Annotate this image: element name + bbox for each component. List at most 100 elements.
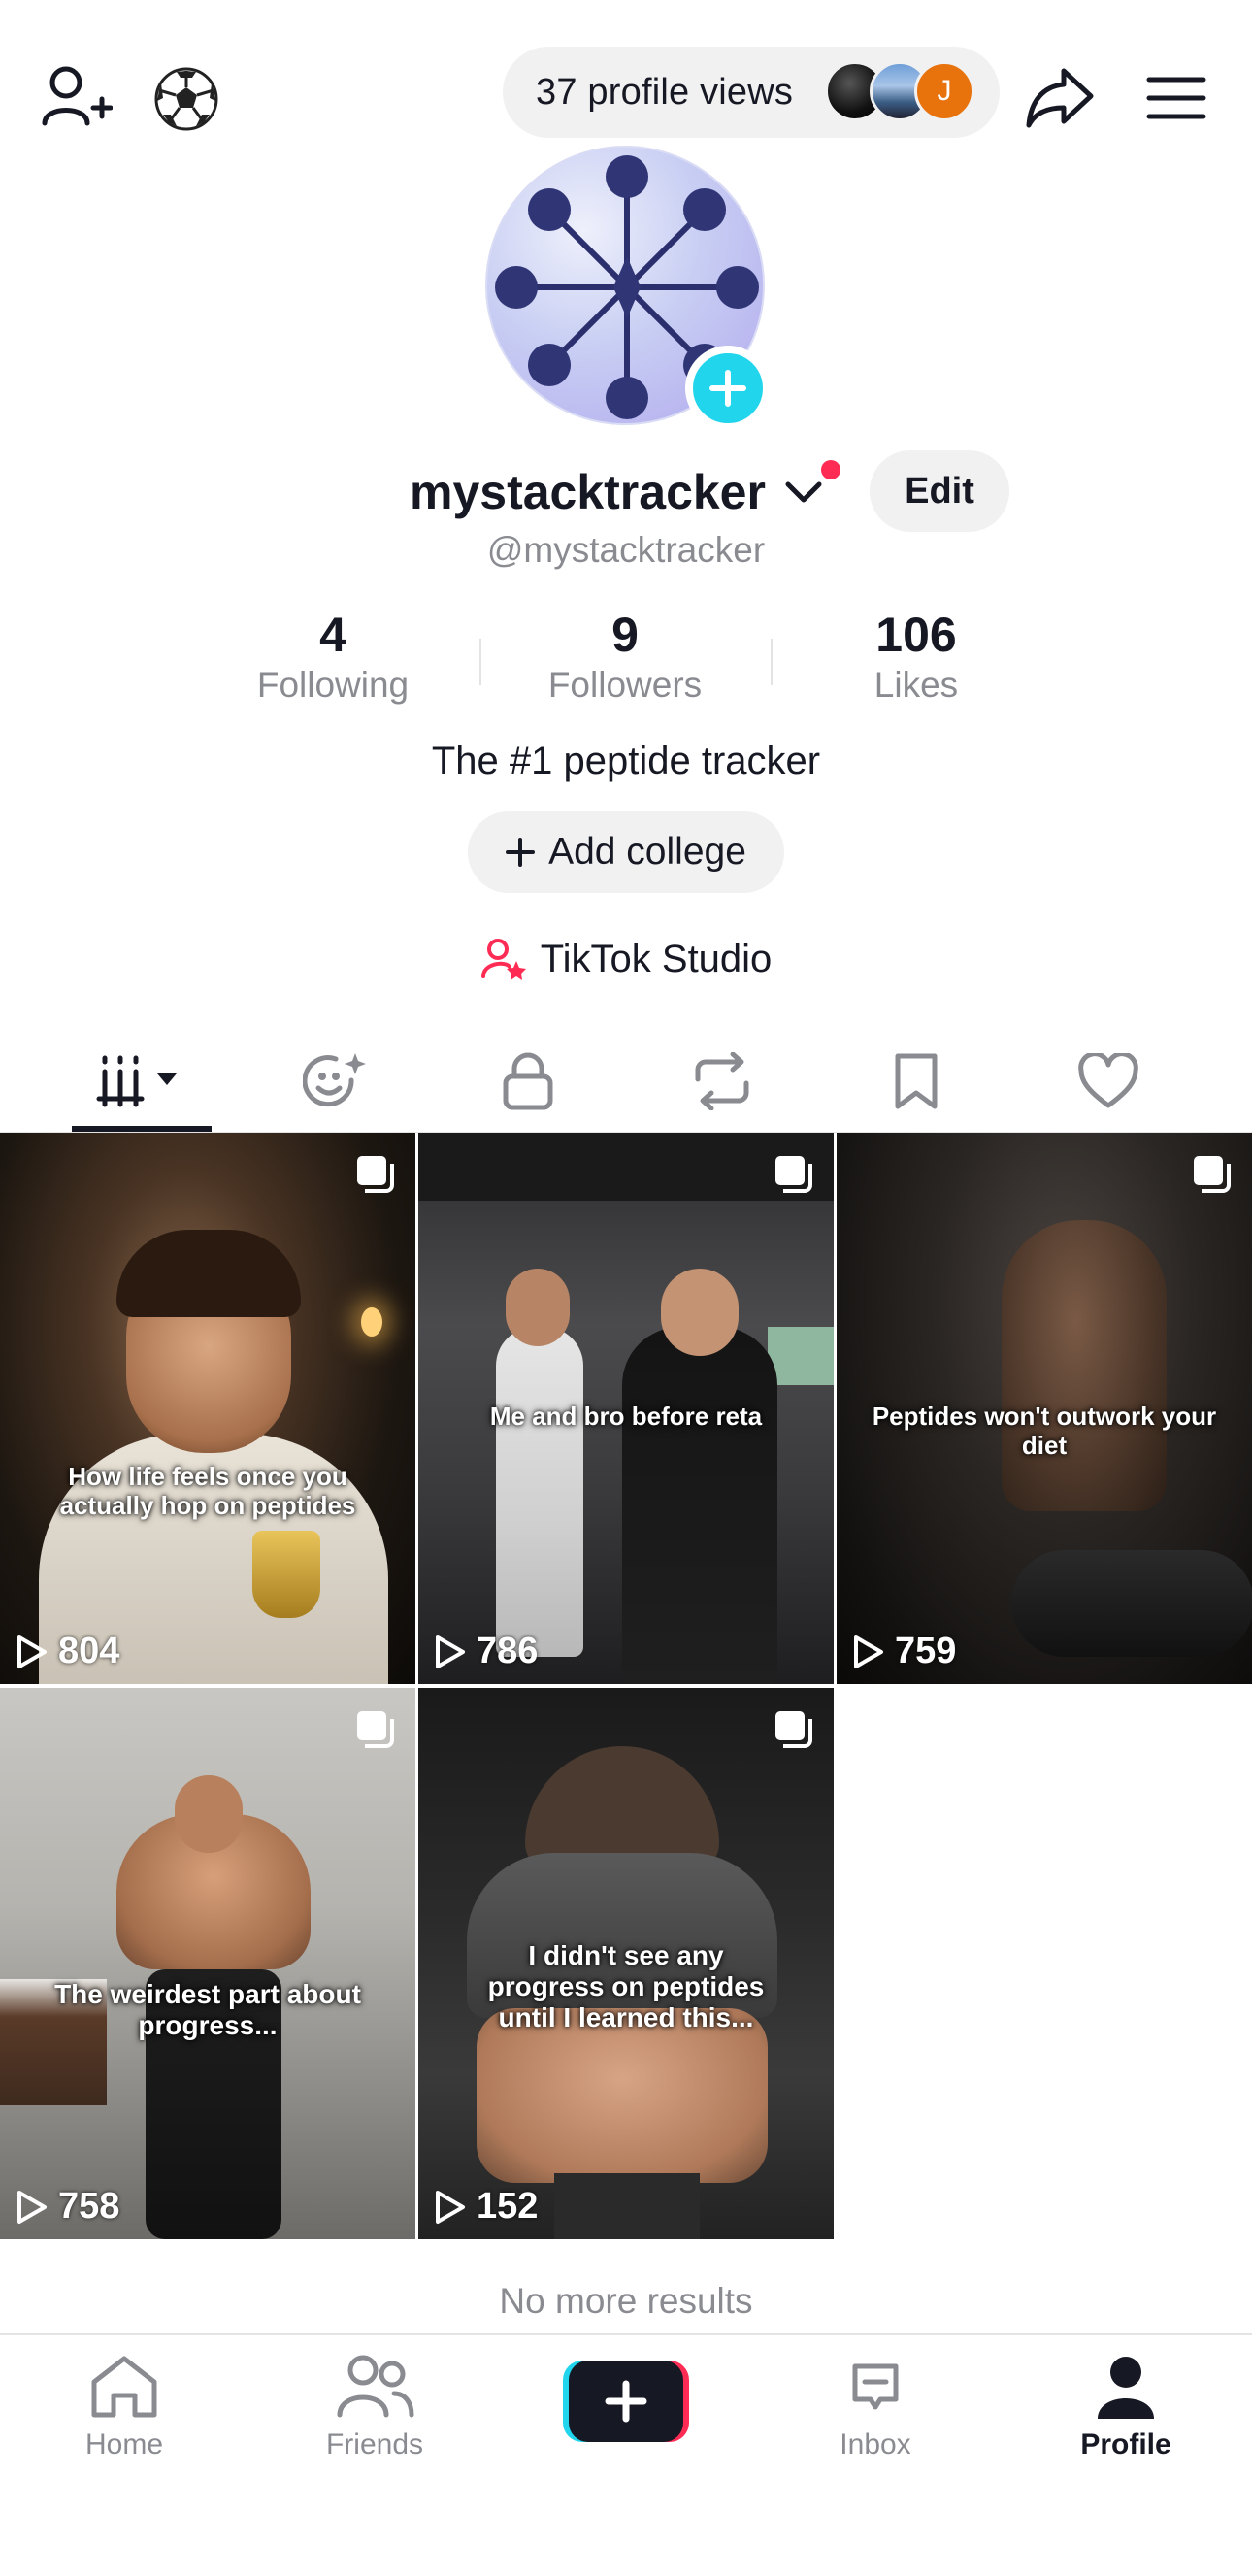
repost-icon — [695, 1052, 749, 1110]
tab-private[interactable] — [431, 1029, 625, 1134]
video-caption: The weirdest part about progress... — [54, 1979, 361, 2041]
username[interactable]: mystacktracker — [410, 464, 766, 520]
hamburger-menu-icon — [1146, 77, 1206, 119]
friends-icon — [337, 2355, 414, 2418]
thumbnail-figure — [496, 1327, 583, 1657]
tab-videos[interactable] — [45, 1029, 239, 1134]
nav-profile-label: Profile — [1080, 2428, 1171, 2460]
likes-label: Likes — [873, 664, 959, 705]
add-college-button[interactable]: Add college — [468, 811, 784, 893]
play-count-value: 786 — [477, 1631, 539, 1671]
nav-inbox[interactable]: Inbox — [778, 2353, 972, 2461]
video-thumbnail[interactable]: Me and bro before reta 786 — [418, 1133, 834, 1684]
stat-divider — [771, 639, 773, 685]
add-friend-button[interactable] — [35, 60, 116, 134]
bottom-navigation: Home Friends Inbox Profile — [0, 2333, 1252, 2576]
add-person-icon — [42, 66, 113, 126]
tab-creator[interactable] — [239, 1029, 433, 1134]
thumbnail-figure — [477, 2008, 768, 2183]
stat-following[interactable]: 4 Following — [226, 610, 440, 706]
video-caption: How life feels once you actually hop on … — [59, 1462, 356, 1520]
menu-button[interactable] — [1137, 64, 1215, 132]
no-more-results: No more results — [499, 2281, 753, 2321]
thumbnail-figure — [661, 1269, 739, 1356]
play-count: 152 — [434, 2186, 538, 2228]
nav-home[interactable]: Home — [27, 2353, 221, 2461]
multi-image-icon — [357, 1156, 394, 1193]
chevron-down-icon[interactable] — [784, 479, 823, 505]
thumbnail-figure — [554, 2173, 700, 2239]
video-thumbnail[interactable]: Peptides won't outwork your diet 759 — [837, 1133, 1252, 1684]
profile-views-pill[interactable]: 37 profile views J — [503, 47, 1000, 138]
play-icon — [17, 1635, 47, 1668]
play-count-value: 804 — [58, 1631, 120, 1671]
multi-image-icon — [357, 1711, 394, 1748]
video-thumbnail[interactable]: The weirdest part about progress... 758 — [0, 1688, 415, 2239]
nav-home-label: Home — [84, 2428, 164, 2460]
nav-profile[interactable]: Profile — [1029, 2353, 1223, 2461]
create-post-button[interactable] — [563, 2359, 689, 2444]
following-count: 4 — [319, 608, 346, 662]
thumbnail-figure — [506, 1269, 570, 1346]
top-bar: 37 profile views J — [0, 0, 1252, 146]
play-icon — [436, 1635, 465, 1668]
play-count-value: 758 — [58, 2186, 120, 2227]
followers-label: Followers — [547, 664, 703, 705]
profile-views-label: 37 profile views — [536, 71, 794, 113]
tab-liked[interactable] — [1011, 1029, 1205, 1134]
play-count-value: 759 — [895, 1631, 957, 1671]
nav-inbox-label: Inbox — [840, 2428, 911, 2460]
play-count-value: 152 — [477, 2186, 539, 2227]
play-icon — [436, 2190, 465, 2224]
thumbnail-figure — [768, 1327, 834, 1385]
play-count: 786 — [434, 1631, 538, 1672]
lock-icon — [503, 1052, 553, 1110]
share-button[interactable] — [1019, 60, 1101, 134]
profile-avatar[interactable] — [485, 146, 771, 431]
play-count: 804 — [16, 1631, 119, 1672]
nav-friends[interactable]: Friends — [278, 2353, 472, 2461]
multi-image-icon — [775, 1711, 812, 1748]
followers-count: 9 — [611, 608, 639, 662]
share-arrow-icon — [1026, 68, 1094, 128]
viewer-avatars: J — [825, 61, 978, 123]
ai-face-sparkle-icon — [303, 1053, 366, 1107]
studio-person-star-icon — [480, 939, 526, 980]
viewer-initial: J — [937, 75, 952, 107]
multi-image-icon — [775, 1156, 812, 1193]
play-count: 759 — [852, 1631, 956, 1672]
video-caption: Me and bro before reta — [489, 1402, 763, 1431]
edit-profile-button[interactable]: Edit — [870, 450, 1009, 532]
stat-followers[interactable]: 9 Followers — [518, 610, 732, 706]
thumbnail-figure — [175, 1775, 243, 1853]
thumbnail-figure — [622, 1327, 777, 1684]
nav-friends-label: Friends — [325, 2428, 424, 2460]
stat-divider — [479, 639, 481, 685]
thumbnail-figure — [252, 1531, 320, 1618]
profile-stats: 4 Following 9 Followers 106 Likes — [0, 610, 1252, 716]
thumbnail-figure — [1011, 1550, 1252, 1657]
stat-likes[interactable]: 106 Likes — [809, 610, 1023, 706]
play-count: 758 — [16, 2186, 119, 2228]
play-icon — [854, 1635, 883, 1668]
video-thumbnail[interactable]: How life feels once you actually hop on … — [0, 1133, 415, 1684]
inbox-icon — [852, 2363, 899, 2410]
tiktok-studio-link[interactable]: TikTok Studio — [0, 930, 1252, 988]
video-caption: Peptides won't outwork your diet — [872, 1402, 1217, 1460]
user-handle: @mystacktracker — [486, 530, 766, 570]
profile-bio: The #1 peptide tracker — [431, 740, 821, 782]
thumbnail-figure — [361, 1307, 382, 1337]
video-thumbnail[interactable]: I didn't see any progress on peptides un… — [418, 1688, 834, 2239]
add-college-label: Add college — [548, 831, 746, 873]
soccer-ball-button[interactable] — [151, 64, 221, 134]
tab-reposts[interactable] — [625, 1029, 819, 1134]
home-icon — [91, 2356, 157, 2418]
thumbnail-figure — [1002, 1220, 1167, 1511]
soccer-ball-icon — [154, 67, 218, 131]
heart-icon — [1078, 1053, 1138, 1108]
notification-dot — [821, 460, 840, 479]
tab-favorites[interactable] — [819, 1029, 1013, 1134]
content-tabs — [0, 1029, 1252, 1134]
tiktok-studio-label: TikTok Studio — [540, 937, 773, 980]
add-avatar-button[interactable] — [685, 346, 771, 431]
